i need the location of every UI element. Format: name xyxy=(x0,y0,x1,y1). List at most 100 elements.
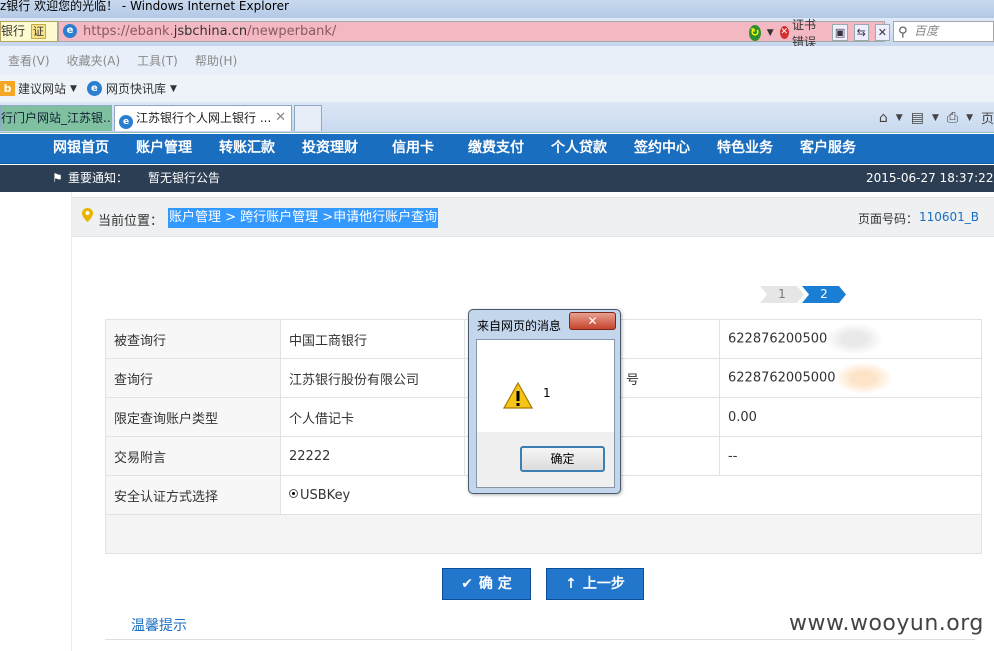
dialog-footer: 确定 xyxy=(477,432,614,487)
empty-row xyxy=(105,514,982,554)
divider xyxy=(105,639,975,640)
refresh-icon[interactable]: ⇆ xyxy=(853,24,869,41)
confirm-button[interactable]: ✔ 确 定 xyxy=(442,568,531,600)
ie-icon: e xyxy=(86,81,102,96)
search-icon: ⚲ xyxy=(898,25,908,40)
querying-bank-value: 江苏银行股份有限公司 xyxy=(280,358,465,398)
dialog-close-button[interactable]: ✕ xyxy=(569,312,616,330)
new-tab-button[interactable] xyxy=(294,105,322,131)
bank-main-nav: 网银首页 账户管理 转账汇款 投资理财 信用卡 缴费支付 个人贷款 签约中心 特… xyxy=(0,134,994,164)
page-code: 110601_B xyxy=(919,210,980,224)
field-label: 交易附言 xyxy=(105,436,281,476)
feeds-icon[interactable]: ▤ xyxy=(911,110,924,126)
alert-dialog: 来自网页的消息 ✕ 1 确定 xyxy=(468,309,621,494)
dialog-ok-button[interactable]: 确定 xyxy=(520,446,605,472)
window-title: z银行 欢迎您的光临！ - Windows Internet Explorer xyxy=(0,0,994,18)
nav-item-loan[interactable]: 个人贷款 xyxy=(551,134,607,164)
remark-value: 22222 xyxy=(280,436,465,476)
close-tab-icon[interactable]: ✕ xyxy=(275,106,286,130)
nav-item-sign-center[interactable]: 签约中心 xyxy=(634,134,690,164)
extra-value: -- xyxy=(719,436,982,476)
chevron-down-icon[interactable]: ▼ xyxy=(767,28,774,38)
radio-selected-icon[interactable] xyxy=(289,488,298,498)
command-bar: ⌂ ▼ ▤ ▼ ⎙ ▼ 页 xyxy=(879,108,994,128)
account-type-value: 个人借记卡 xyxy=(280,397,465,437)
tab-jsbank-portal[interactable]: 行门户网站_江苏银... xyxy=(0,105,112,131)
field-label: 安全认证方式选择 xyxy=(105,475,281,515)
print-icon[interactable]: ⎙ xyxy=(947,110,958,126)
step-2-active: 2 xyxy=(802,286,846,303)
previous-step-button[interactable]: ↑ 上一步 xyxy=(546,568,644,600)
chevron-down-icon[interactable]: ▼ xyxy=(896,113,903,123)
favorite-suggested-sites[interactable]: b 建议网站 ▼ xyxy=(0,80,77,97)
tips-title: 温馨提示 xyxy=(131,618,187,634)
dialog-message: 1 xyxy=(543,386,551,400)
account-value: 6228762005000 xyxy=(719,358,982,398)
nav-item-home[interactable]: 网银首页 xyxy=(53,134,109,164)
nav-item-credit-card[interactable]: 信用卡 xyxy=(392,134,434,164)
notice-text[interactable]: 暂无银行公告 xyxy=(148,165,220,192)
warning-icon xyxy=(503,382,533,409)
error-icon: ✕ xyxy=(779,26,789,39)
search-input[interactable]: ⚲ 百度 xyxy=(893,21,994,42)
watermark: www.wooyun.org xyxy=(789,611,984,636)
location-pin-icon xyxy=(82,208,93,222)
favorites-bar: b 建议网站 ▼ e 网页快讯库 ▼ xyxy=(0,75,994,102)
notice-label: 重要通知： xyxy=(68,171,129,185)
tab-personal-ebank[interactable]: e 江苏银行个人网上银行 ... ✕ xyxy=(114,105,292,131)
amount-value: 0.00 xyxy=(719,397,982,437)
nav-item-account[interactable]: 账户管理 xyxy=(136,134,192,164)
nav-item-payment[interactable]: 缴费支付 xyxy=(468,134,524,164)
address-bar: 银行 证 ▼ e https://ebank.jsbchina.cn/newpe… xyxy=(0,18,994,56)
menu-help[interactable]: 帮助(H) xyxy=(195,52,237,69)
ie-page-icon: e xyxy=(63,24,77,38)
redaction-blur xyxy=(827,324,883,354)
home-icon[interactable]: ⌂ xyxy=(879,110,888,126)
nav-item-transfer[interactable]: 转账汇款 xyxy=(219,134,275,164)
queried-bank-value: 中国工商银行 xyxy=(280,319,465,359)
tab-bar: 行门户网站_江苏银... e 江苏银行个人网上银行 ... ✕ ⌂ ▼ ▤ ▼ ⎙ ▼ … xyxy=(0,102,994,133)
compatibility-view-icon[interactable]: ↻ xyxy=(749,24,761,41)
current-datetime: 2015-06-27 18:37:22 星 xyxy=(866,171,994,185)
field-label: 被查询行 xyxy=(105,319,281,359)
chevron-down-icon: ▼ xyxy=(70,83,77,94)
breadcrumb: 当前位置： 账户管理 > 跨行账户管理 >申请他行账户查询 页面号码： 1106… xyxy=(72,197,994,237)
dialog-body: 1 确定 xyxy=(476,339,615,488)
breadcrumb-path: 账户管理 > 跨行账户管理 >申请他行账户查询 xyxy=(168,208,439,228)
cert-badge: 证 xyxy=(30,24,46,39)
favorite-web-slice-gallery[interactable]: e 网页快讯库 ▼ xyxy=(86,80,177,97)
redaction-blur xyxy=(835,363,891,393)
ie-icon: e xyxy=(119,115,133,129)
auth-method-option[interactable]: USBKey xyxy=(280,475,982,515)
stop-icon[interactable]: ✕ xyxy=(874,24,890,41)
menu-bar: 查看(V) 收藏夹(A) 工具(T) 帮助(H) xyxy=(0,46,994,75)
flag-icon: ⚑ xyxy=(52,171,63,185)
chevron-down-icon[interactable]: ▼ xyxy=(932,113,939,123)
site-identity-button[interactable]: 银行 证 ▼ xyxy=(0,21,58,56)
page-code-label: 页面号码： xyxy=(858,212,919,226)
nav-item-featured[interactable]: 特色业务 xyxy=(717,134,773,164)
dialog-title: 来自网页的消息 xyxy=(477,319,562,333)
table-row xyxy=(105,514,982,554)
step-1: 1 xyxy=(760,286,804,303)
notice-bar: ⚑ 重要通知： 暂无银行公告 2015-06-27 18:37:22 星 xyxy=(0,165,994,192)
arrow-up-icon: ↑ xyxy=(565,576,577,592)
address-input[interactable]: e https://ebank.jsbchina.cn/newperbank/ … xyxy=(58,18,890,49)
check-icon: ✔ xyxy=(461,576,473,592)
account-value: 622876200500 xyxy=(719,319,982,359)
rss-feed-icon[interactable]: ▣ xyxy=(832,24,848,41)
nav-item-invest[interactable]: 投资理财 xyxy=(302,134,358,164)
nav-item-service[interactable]: 客户服务 xyxy=(800,134,856,164)
menu-view[interactable]: 查看(V) xyxy=(8,52,50,69)
field-label: 查询行 xyxy=(105,358,281,398)
menu-tools[interactable]: 工具(T) xyxy=(137,52,178,69)
page-menu[interactable]: 页 xyxy=(981,108,994,127)
left-panel xyxy=(0,192,72,651)
breadcrumb-prefix: 当前位置： xyxy=(98,214,164,229)
field-label: 限定查询账户类型 xyxy=(105,397,281,437)
url-text: https://ebank.jsbchina.cn/newperbank/ xyxy=(83,24,337,39)
cert-error-button[interactable]: ✕ 证书错误 xyxy=(779,16,827,50)
step-indicator: 1 2 xyxy=(760,286,846,303)
menu-favorites[interactable]: 收藏夹(A) xyxy=(67,52,121,69)
chevron-down-icon[interactable]: ▼ xyxy=(966,113,973,123)
